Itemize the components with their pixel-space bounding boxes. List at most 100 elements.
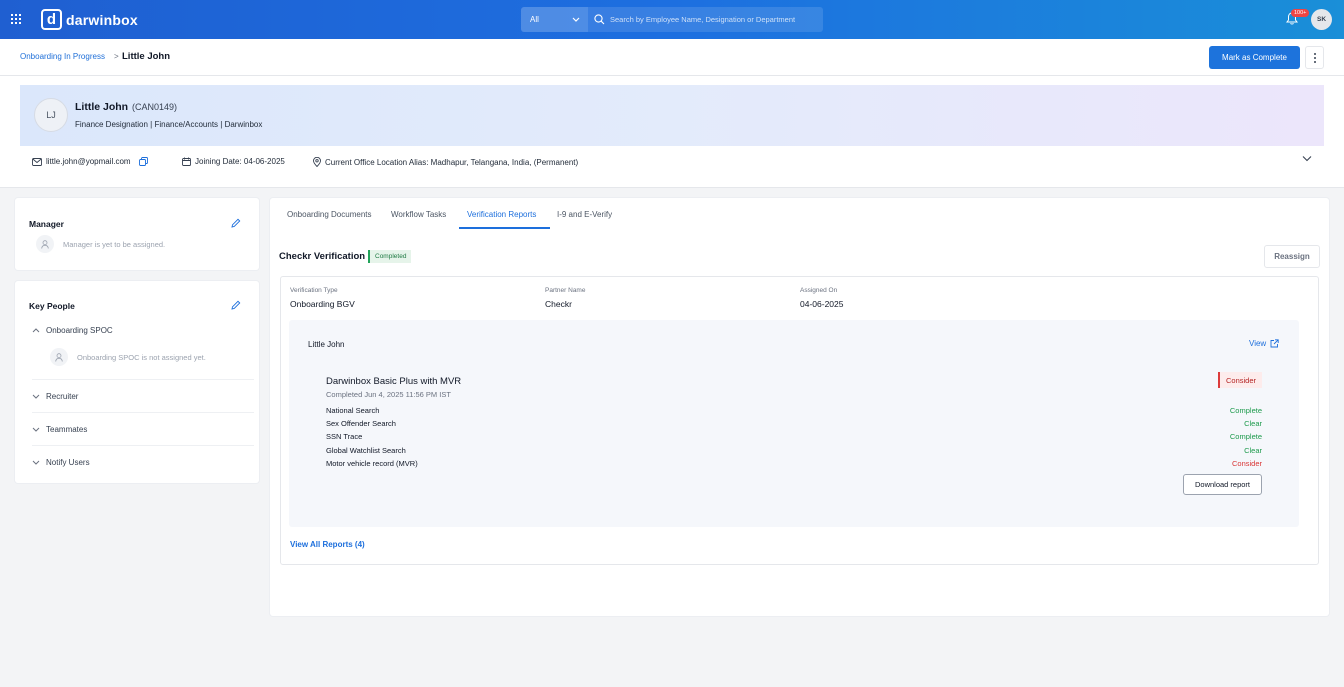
onboarding-spoc-empty-text: Onboarding SPOC is not assigned yet.	[77, 352, 206, 362]
view-report-link[interactable]: View	[1249, 339, 1279, 348]
office-location-info: Current Office Location Alias: Madhapur,…	[313, 157, 578, 167]
main-content-panel: Onboarding Documents Workflow Tasks Veri…	[270, 198, 1329, 616]
chevron-down-icon[interactable]	[1302, 155, 1312, 162]
check-result: Clear	[1244, 446, 1262, 455]
user-placeholder-icon	[36, 235, 54, 253]
verification-report-card: Verification Type Onboarding BGV Partner…	[280, 276, 1319, 565]
chevron-down-icon	[32, 427, 40, 432]
divider	[32, 412, 254, 413]
check-row: Sex Offender Search Clear	[326, 419, 1262, 428]
key-people-title: Key People	[29, 301, 75, 311]
assigned-on-label: Assigned On	[800, 287, 838, 294]
edit-icon[interactable]	[231, 300, 241, 310]
user-avatar[interactable]: SK	[1311, 9, 1332, 30]
key-people-section-notify-users[interactable]: Notify Users	[32, 458, 90, 467]
chevron-up-icon	[32, 328, 40, 333]
office-location: Current Office Location Alias: Madhapur,…	[325, 157, 579, 167]
check-name: National Search	[326, 406, 380, 415]
check-row: SSN Trace Complete	[326, 432, 1262, 441]
check-result: Complete	[1229, 406, 1262, 415]
mail-icon	[32, 157, 42, 166]
divider	[32, 379, 254, 380]
user-placeholder-icon	[50, 348, 68, 366]
candidate-name: Little John	[75, 101, 129, 113]
manager-card-title: Manager	[29, 219, 64, 229]
chevron-down-icon	[32, 394, 40, 399]
overall-result-badge: Consider	[1218, 372, 1263, 388]
joining-date: Joining Date: 04-06-2025	[195, 157, 285, 166]
key-people-section-onboarding-spoc[interactable]: Onboarding SPOC	[32, 326, 113, 335]
view-all-reports-link[interactable]: View All Reports (4)	[290, 540, 365, 549]
breadcrumb-bar: Onboarding In Progress > Little John Mar…	[0, 39, 1344, 76]
joining-date-info: Joining Date: 04-06-2025	[182, 157, 285, 166]
profile-banner: LJ Little John (CAN0149) Finance Designa…	[20, 85, 1324, 146]
global-search: All Search by Employee Name, Designation…	[521, 7, 823, 32]
key-people-section-recruiter[interactable]: Recruiter	[32, 392, 78, 401]
check-name: Global Watchlist Search	[326, 446, 406, 455]
breadcrumb-parent-link[interactable]: Onboarding In Progress	[20, 52, 105, 61]
partner-name-label: Partner Name	[545, 287, 586, 294]
report-detail-panel: Little John View Darwinbox Basic Plus wi…	[289, 320, 1299, 527]
manager-empty-text: Manager is yet to be assigned.	[63, 239, 166, 249]
view-label: View	[1249, 339, 1267, 348]
search-scope-select[interactable]: All	[521, 7, 588, 32]
mark-as-complete-button[interactable]: Mark as Complete	[1209, 46, 1300, 69]
reassign-button[interactable]: Reassign	[1264, 245, 1320, 268]
report-candidate-name: Little John	[308, 340, 345, 349]
assigned-on-value: 04-06-2025	[800, 299, 844, 309]
section-label: Recruiter	[46, 392, 79, 401]
package-completed-date: Completed Jun 4, 2025 11:56 PM IST	[326, 390, 451, 399]
search-placeholder: Search by Employee Name, Designation or …	[610, 15, 796, 24]
verification-type-label: Verification Type	[290, 287, 338, 294]
check-result: Consider	[1231, 459, 1262, 468]
verification-title: Checkr Verification	[279, 251, 366, 262]
section-label: Teammates	[46, 425, 88, 434]
candidate-avatar: LJ	[34, 98, 68, 132]
check-name: SSN Trace	[326, 432, 363, 441]
top-navigation-bar: d darwinbox All Search by Employee Name,…	[0, 0, 1344, 39]
key-people-card: Key People Onboarding SPOC Onboarding SP…	[15, 281, 259, 483]
section-label: Notify Users	[46, 458, 90, 467]
more-options-icon[interactable]	[1305, 46, 1324, 69]
breadcrumb-separator: >	[114, 52, 119, 61]
partner-name-value: Checkr	[545, 299, 572, 309]
edit-icon[interactable]	[231, 218, 241, 228]
copy-icon[interactable]	[138, 157, 148, 166]
chevron-down-icon	[32, 460, 40, 465]
logo-text: darwinbox	[66, 11, 138, 28]
candidate-meta: Finance Designation | Finance/Accounts |…	[75, 120, 263, 129]
status-badge: Completed	[368, 250, 412, 263]
check-name: Sex Offender Search	[326, 419, 396, 428]
tab-verification-reports[interactable]: Verification Reports	[467, 210, 536, 219]
location-pin-icon	[313, 157, 321, 167]
tab-bar: Onboarding Documents Workflow Tasks Veri…	[270, 198, 1329, 229]
check-row: National Search Complete	[326, 406, 1262, 415]
divider	[32, 445, 254, 446]
candidate-code: (CAN0149)	[132, 102, 178, 112]
calendar-icon	[182, 157, 191, 166]
search-input[interactable]: Search by Employee Name, Designation or …	[588, 7, 823, 32]
active-tab-indicator	[459, 227, 550, 229]
check-row: Global Watchlist Search Clear	[326, 446, 1262, 455]
check-result: Complete	[1229, 432, 1262, 441]
tab-workflow-tasks[interactable]: Workflow Tasks	[391, 210, 446, 219]
search-icon	[594, 14, 605, 25]
candidate-email: little.john@yopmail.com	[46, 157, 131, 166]
breadcrumb-current: Little John	[122, 51, 171, 62]
logo[interactable]: d darwinbox	[41, 9, 138, 30]
chevron-down-icon	[572, 17, 580, 22]
check-row: Motor vehicle record (MVR) Consider	[326, 459, 1262, 468]
tab-i9-everify[interactable]: I-9 and E-Verify	[557, 210, 612, 219]
candidate-email-info: little.john@yopmail.com	[32, 157, 152, 166]
download-report-button[interactable]: Download report	[1183, 474, 1262, 495]
key-people-section-teammates[interactable]: Teammates	[32, 425, 87, 434]
apps-grid-icon[interactable]	[11, 14, 21, 24]
logo-mark: d	[41, 9, 62, 30]
check-result: Clear	[1244, 419, 1262, 428]
manager-card: Manager Manager is yet to be assigned.	[15, 198, 259, 270]
manager-empty-state: Manager is yet to be assigned.	[36, 235, 165, 253]
notification-badge: 100+	[1291, 9, 1310, 17]
tab-onboarding-documents[interactable]: Onboarding Documents	[287, 210, 372, 219]
search-scope-value: All	[530, 15, 539, 24]
section-label: Onboarding SPOC	[46, 326, 113, 335]
